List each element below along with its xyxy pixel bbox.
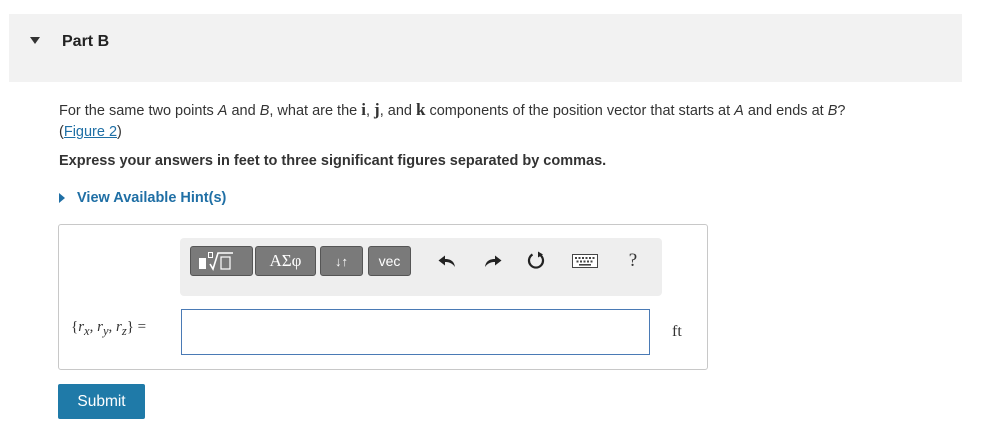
subscript-superscript-button[interactable]: ↓↑ [320, 246, 363, 276]
expand-arrow-icon[interactable] [59, 193, 65, 203]
point-a-2: A [734, 103, 744, 119]
answer-label-sep-1: , [89, 319, 98, 335]
question-text-7: ? [837, 103, 846, 119]
point-b-2: B [827, 103, 838, 119]
undo-icon[interactable] [438, 254, 456, 268]
question-text-4: , and [379, 103, 416, 119]
question-text: For the same two points A and B, what ar… [59, 99, 959, 143]
answer-label-sep-2: , [108, 319, 117, 335]
keyboard-icon[interactable] [572, 254, 598, 268]
figure-paren-close: ) [117, 124, 122, 140]
view-hints-label[interactable]: View Available Hint(s) [77, 190, 226, 206]
view-hints-toggle[interactable]: View Available Hint(s) [59, 190, 226, 206]
point-a: A [217, 103, 228, 119]
keyboard-button[interactable] [571, 248, 599, 274]
question-comma: , [365, 103, 371, 119]
redo-button[interactable] [480, 248, 506, 274]
reset-icon[interactable] [526, 251, 546, 271]
answer-box: ΑΣφ ↓↑ vec ? {rx, ry, rz} = ft [58, 224, 708, 370]
question-text-5: components of the position vector that s… [425, 103, 735, 119]
answer-input[interactable] [181, 309, 650, 355]
answer-label-close: } = [126, 319, 147, 335]
unit-label: ft [672, 323, 682, 340]
point-b: B [259, 103, 270, 119]
reset-button[interactable] [523, 248, 549, 274]
greek-symbols-button[interactable]: ΑΣφ [255, 246, 316, 276]
vector-button[interactable]: vec [368, 246, 411, 276]
instruction-text: Express your answers in feet to three si… [59, 153, 607, 169]
submit-button[interactable]: Submit [58, 384, 145, 419]
math-toolbar: ΑΣφ ↓↑ vec ? [180, 238, 662, 296]
help-button[interactable]: ? [620, 248, 646, 274]
figure-link[interactable]: Figure 2 [64, 124, 117, 140]
question-text-2: and [227, 103, 260, 119]
undo-button[interactable] [434, 248, 460, 274]
part-title: Part B [62, 33, 110, 50]
redo-icon[interactable] [484, 254, 502, 268]
collapse-arrow-icon[interactable] [30, 37, 40, 44]
part-header[interactable] [9, 14, 962, 82]
question-text-6: and ends at [743, 103, 828, 119]
question-text-1: For the same two points [59, 103, 218, 119]
templates-button[interactable] [190, 246, 253, 276]
answer-label: {rx, ry, rz} = [71, 319, 146, 339]
templates-icon[interactable] [196, 250, 248, 272]
question-text-3: , what are the [269, 103, 362, 119]
